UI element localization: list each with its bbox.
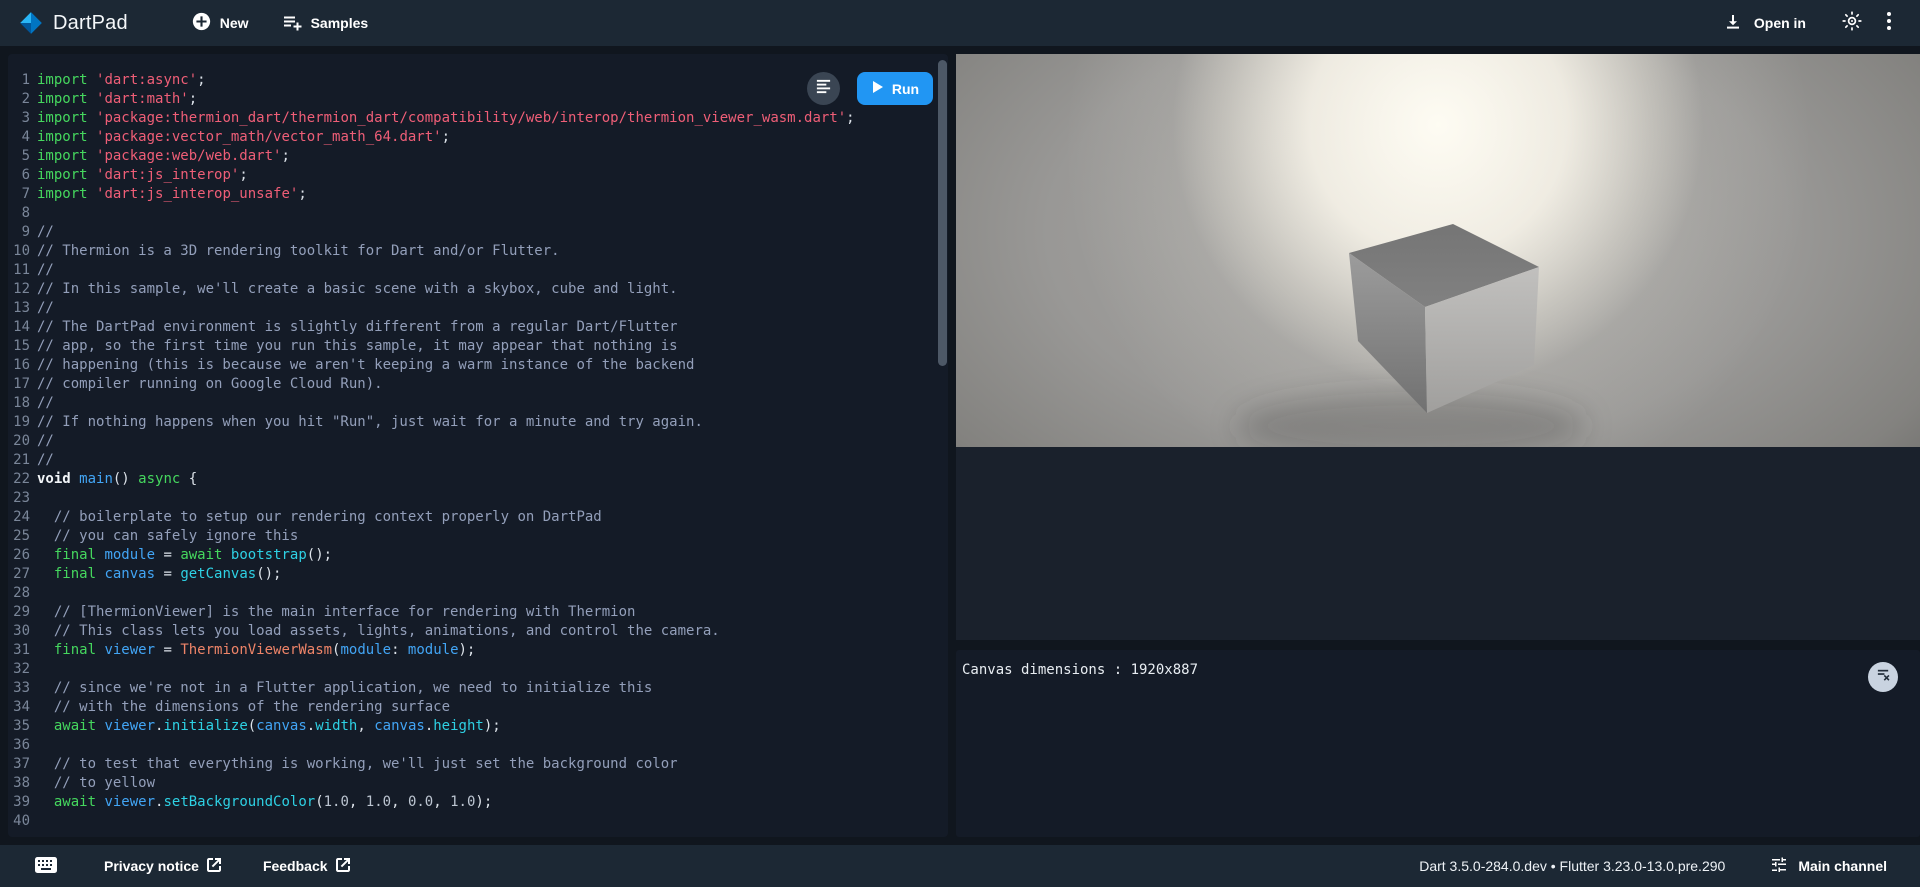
keyboard-icon — [35, 857, 57, 876]
main-area: 1import 'dart:async';2import 'dart:math'… — [0, 46, 1920, 845]
code-line: 10// Thermion is a 3D rendering toolkit … — [8, 242, 948, 261]
code-line: 13// — [8, 299, 948, 318]
console-output: Canvas dimensions : 1920x887 — [962, 661, 1920, 680]
code-line: 33 // since we're not in a Flutter appli… — [8, 679, 948, 698]
code-line: 30 // This class lets you load assets, l… — [8, 622, 948, 641]
code-line: 32 — [8, 660, 948, 679]
clear-console-icon — [1876, 667, 1891, 687]
download-icon — [1724, 13, 1742, 34]
feedback-label: Feedback — [263, 858, 328, 874]
code-line: 7import 'dart:js_interop_unsafe'; — [8, 185, 948, 204]
dart-logo-icon — [18, 10, 44, 36]
open-in-new-icon — [336, 858, 350, 875]
run-button-label: Run — [892, 81, 919, 97]
samples-button-label: Samples — [311, 15, 369, 31]
code-line: 28 — [8, 584, 948, 603]
code-line: 34 // with the dimensions of the renderi… — [8, 698, 948, 717]
code-line: 5import 'package:web/web.dart'; — [8, 147, 948, 166]
privacy-notice-link[interactable]: Privacy notice — [104, 858, 221, 875]
cube-3d — [956, 54, 1920, 447]
app-output-frame — [956, 54, 1920, 640]
code-line: 20// — [8, 432, 948, 451]
console-line: Canvas dimensions : 1920x887 — [962, 661, 1920, 680]
code-line: 36 — [8, 736, 948, 755]
code-line: 40 — [8, 812, 948, 831]
code-editor-panel: 1import 'dart:async';2import 'dart:math'… — [8, 54, 948, 837]
code-line: 16// happening (this is because we aren'… — [8, 356, 948, 375]
kebab-menu-icon — [1886, 11, 1892, 36]
open-in-button[interactable]: Open in — [1724, 13, 1806, 34]
run-button[interactable]: Run — [857, 72, 933, 105]
statusbar-right: Dart 3.5.0-284.0.dev • Flutter 3.23.0-13… — [1419, 856, 1920, 877]
top-bar: DartPad New Samples Open in — [0, 0, 1920, 46]
samples-button[interactable]: Samples — [282, 12, 369, 35]
playlist-add-icon — [282, 12, 302, 35]
render-canvas[interactable] — [956, 54, 1920, 447]
output-column: Canvas dimensions : 1920x887 — [956, 54, 1920, 837]
code-line: 22void main() async { — [8, 470, 948, 489]
code-line: 8 — [8, 204, 948, 223]
console-panel: Canvas dimensions : 1920x887 — [956, 650, 1920, 837]
code-line: 17// compiler running on Google Cloud Ru… — [8, 375, 948, 394]
channel-label: Main channel — [1798, 858, 1887, 874]
clear-console-button[interactable] — [1868, 662, 1898, 692]
code-line: 3import 'package:thermion_dart/thermion_… — [8, 109, 948, 128]
code-line: 39 await viewer.setBackgroundColor(1.0, … — [8, 793, 948, 812]
tune-icon — [1770, 856, 1788, 877]
code-line: 4import 'package:vector_math/vector_math… — [8, 128, 948, 147]
code-line: 35 await viewer.initialize(canvas.width,… — [8, 717, 948, 736]
brightness-icon — [1842, 11, 1862, 36]
overflow-menu-button[interactable] — [1886, 11, 1892, 36]
code-line: 14// The DartPad environment is slightly… — [8, 318, 948, 337]
new-button[interactable]: New — [192, 12, 249, 34]
code-line: 9// — [8, 223, 948, 242]
code-line: 11// — [8, 261, 948, 280]
topbar-right: Open in — [1724, 11, 1920, 36]
app-title: DartPad — [53, 12, 128, 35]
code-line: 6import 'dart:js_interop'; — [8, 166, 948, 185]
status-bar: Privacy notice Feedback Dart 3.5.0-284.0… — [0, 845, 1920, 887]
brightness-toggle-button[interactable] — [1842, 11, 1862, 36]
open-in-new-icon — [207, 858, 221, 875]
code-line: 24 // boilerplate to setup our rendering… — [8, 508, 948, 527]
sdk-version-text: Dart 3.5.0-284.0.dev • Flutter 3.23.0-13… — [1419, 858, 1725, 874]
channel-selector[interactable]: Main channel — [1770, 856, 1887, 877]
open-in-label: Open in — [1754, 15, 1806, 31]
code-line: 29 // [ThermionViewer] is the main inter… — [8, 603, 948, 622]
new-button-label: New — [220, 15, 249, 31]
code-line: 23 — [8, 489, 948, 508]
add-circle-icon — [192, 12, 211, 34]
code-line: 37 // to test that everything is working… — [8, 755, 948, 774]
code-line: 21// — [8, 451, 948, 470]
play-icon — [871, 80, 884, 97]
feedback-link[interactable]: Feedback — [263, 858, 350, 875]
code-line: 12// In this sample, we'll create a basi… — [8, 280, 948, 299]
code-line: 18// — [8, 394, 948, 413]
code-line: 26 final module = await bootstrap(); — [8, 546, 948, 565]
privacy-notice-label: Privacy notice — [104, 858, 199, 874]
code-line: 15// app, so the first time you run this… — [8, 337, 948, 356]
format-icon — [815, 78, 832, 100]
code-line: 31 final viewer = ThermionViewerWasm(mod… — [8, 641, 948, 660]
code-lines[interactable]: 1import 'dart:async';2import 'dart:math'… — [8, 54, 948, 831]
editor-scrollbar[interactable] — [938, 60, 947, 366]
format-button[interactable] — [807, 72, 840, 105]
code-line: 19// If nothing happens when you hit "Ru… — [8, 413, 948, 432]
code-line: 27 final canvas = getCanvas(); — [8, 565, 948, 584]
code-line: 25 // you can safely ignore this — [8, 527, 948, 546]
keyboard-shortcuts-button[interactable] — [35, 857, 57, 876]
code-line: 38 // to yellow — [8, 774, 948, 793]
